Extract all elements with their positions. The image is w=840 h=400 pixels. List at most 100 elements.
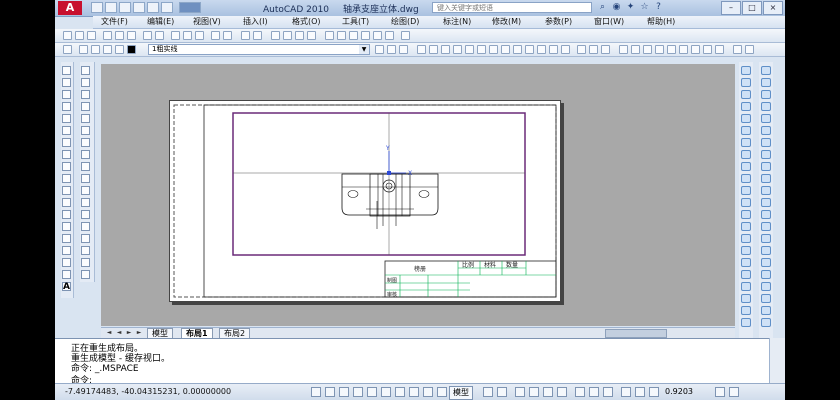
layer-off-icon[interactable] (733, 45, 742, 54)
color-faces-icon[interactable] (761, 150, 771, 159)
quick-properties-icon[interactable] (437, 387, 447, 397)
polyline-icon[interactable] (62, 90, 71, 99)
object-rotate-icon[interactable] (81, 138, 90, 147)
favorites-icon[interactable]: ☆ (639, 2, 650, 13)
separate-icon[interactable] (761, 210, 771, 219)
close-button[interactable]: × (763, 1, 783, 15)
construction-line-icon[interactable] (62, 78, 71, 87)
section-icon[interactable] (741, 258, 751, 267)
object-extend-icon[interactable] (81, 186, 90, 195)
zoom-status-icon[interactable] (529, 387, 539, 397)
cut-icon[interactable] (171, 31, 180, 40)
delete-faces-icon[interactable] (761, 102, 771, 111)
workspace-switching-icon[interactable] (621, 387, 631, 397)
pan-status-icon[interactable] (515, 387, 525, 397)
subtract-icon[interactable] (741, 222, 751, 231)
menu-format[interactable]: 格式(O) (292, 16, 321, 28)
view-top-icon[interactable] (761, 246, 771, 255)
plot-icon[interactable] (103, 31, 112, 40)
annotation-scale-icon[interactable] (589, 387, 599, 397)
mirror-icon[interactable] (441, 45, 450, 54)
point-icon[interactable] (62, 222, 71, 231)
offset-faces-icon[interactable] (761, 90, 771, 99)
copy-icon[interactable] (183, 31, 192, 40)
toolbar-lock-icon[interactable] (635, 387, 645, 397)
object-break-icon[interactable] (81, 198, 90, 207)
snap-intersection-icon[interactable] (643, 45, 652, 54)
torus-icon[interactable] (741, 126, 751, 135)
sphere-icon[interactable] (741, 102, 751, 111)
layer-isolate-icon[interactable] (745, 45, 754, 54)
object-scale-icon[interactable] (81, 150, 90, 159)
box-icon[interactable] (741, 66, 751, 75)
etransmit-icon[interactable] (155, 31, 164, 40)
array-icon[interactable] (465, 45, 474, 54)
wedge-icon[interactable] (741, 78, 751, 87)
paste-icon[interactable] (195, 31, 204, 40)
help-tb-icon[interactable] (401, 31, 410, 40)
quick-view-drawings-icon[interactable] (497, 387, 507, 397)
lock-icon[interactable] (103, 45, 112, 54)
snap-settings-icon[interactable] (715, 45, 724, 54)
clean-icon[interactable] (761, 198, 771, 207)
polygon-icon[interactable] (62, 102, 71, 111)
horizontal-scrollbar[interactable] (310, 327, 735, 338)
shell-icon[interactable] (761, 222, 771, 231)
tab-next-icon[interactable]: ► (125, 329, 133, 337)
intersect-icon[interactable] (741, 234, 751, 243)
layer-states-icon[interactable] (399, 45, 408, 54)
sheet-set-icon[interactable] (361, 31, 370, 40)
paper-sheet[interactable]: Y X 榜册 比例 材料 数量 制图 审核 (169, 100, 561, 302)
object-join-icon[interactable] (81, 210, 90, 219)
zoom-realtime-icon[interactable] (283, 31, 292, 40)
check-icon[interactable] (761, 234, 771, 243)
object-offset-icon[interactable] (81, 102, 90, 111)
polar-tracking-icon[interactable] (353, 387, 363, 397)
menu-edit[interactable]: 编辑(E) (147, 16, 174, 28)
coordinate-readout[interactable]: -7.49174483, -40.04315231, 0.00000000 (65, 387, 231, 396)
extend-icon[interactable] (537, 45, 546, 54)
loft-icon[interactable] (741, 198, 751, 207)
union-icon[interactable] (741, 210, 751, 219)
layer-color-icon[interactable] (127, 45, 136, 54)
pan-icon[interactable] (271, 31, 280, 40)
lineweight-icon[interactable] (423, 387, 433, 397)
grid-display-icon[interactable] (325, 387, 335, 397)
view-right-icon[interactable] (761, 282, 771, 291)
gradient-icon[interactable] (62, 246, 71, 255)
help-search-input[interactable]: 键入关键字或短语 (432, 2, 592, 13)
circle-icon[interactable] (62, 138, 71, 147)
object-array-icon[interactable] (81, 114, 90, 123)
menu-modify[interactable]: 修改(M) (492, 16, 521, 28)
offset-icon[interactable] (453, 45, 462, 54)
move-icon[interactable] (477, 45, 486, 54)
3d-move-icon[interactable] (741, 282, 751, 291)
clean-screen-icon[interactable] (715, 387, 725, 397)
showmotion-icon[interactable] (557, 387, 567, 397)
cylinder-icon[interactable] (741, 114, 751, 123)
layer-previous-icon[interactable] (387, 45, 396, 54)
communication-icon[interactable]: ✦ (625, 2, 636, 13)
model-space-button[interactable]: 模型 (449, 386, 473, 400)
region-icon[interactable] (62, 258, 71, 267)
join-icon[interactable] (561, 45, 570, 54)
maximize-viewport-icon[interactable] (575, 387, 585, 397)
quick-view-layouts-icon[interactable] (483, 387, 493, 397)
menu-window[interactable]: 窗口(W) (594, 16, 624, 28)
open-file-icon[interactable] (75, 31, 84, 40)
command-window[interactable]: 正在重生成布局。 重生成模型 - 缓存视口。 命令: _.MSPACE 命令: (55, 338, 769, 386)
move-faces-icon[interactable] (761, 78, 771, 87)
insert-block-icon[interactable] (62, 198, 71, 207)
menu-view[interactable]: 视图(V) (193, 16, 221, 28)
stretch-icon[interactable] (513, 45, 522, 54)
view-left-icon[interactable] (761, 270, 771, 279)
object-fillet-icon[interactable] (81, 234, 90, 243)
bearing-support-part[interactable] (341, 173, 439, 229)
object-explode-icon[interactable] (81, 246, 90, 255)
revision-cloud-icon[interactable] (62, 150, 71, 159)
rotate-icon[interactable] (489, 45, 498, 54)
snap-mode-icon[interactable] (311, 387, 321, 397)
subscription-icon[interactable]: ◉ (611, 2, 622, 13)
object-mirror-icon[interactable] (81, 90, 90, 99)
cone-icon[interactable] (741, 90, 751, 99)
